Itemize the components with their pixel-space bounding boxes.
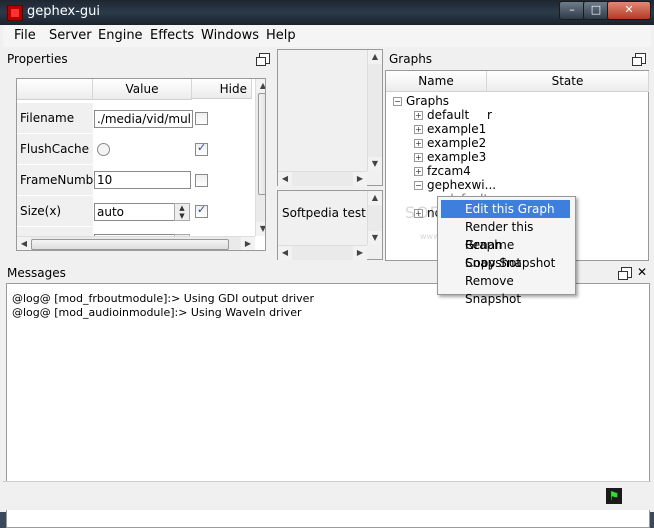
menu-server[interactable]: Server — [49, 28, 92, 43]
status-bar: ⚑ — [3, 481, 651, 510]
properties-table: Value Hide Filename ./media/vid/mullen.a… — [16, 78, 266, 251]
graph-item-default[interactable]: default — [427, 108, 469, 122]
menu-help[interactable]: Help — [266, 28, 296, 43]
menu-effects[interactable]: Effects — [150, 28, 194, 43]
menu-bar: File Server Engine Effects Windows Help — [3, 25, 651, 48]
collapse-icon[interactable]: − — [393, 97, 402, 106]
close-button[interactable]: ✕ — [607, 1, 651, 20]
middle-bottom-vscrollbar[interactable]: ▲ ▼ — [367, 191, 382, 245]
properties-hscrollbar[interactable]: ◀ ▶ — [17, 236, 255, 250]
prop-framenumber-hide-checkbox[interactable] — [195, 174, 208, 187]
ctx-copy-snapshot[interactable]: Copy Snapshot — [441, 254, 570, 272]
prop-label-flushcache: FlushCache — [17, 134, 93, 165]
scroll-up-icon[interactable]: ▲ — [368, 50, 382, 64]
app-window: gephex-gui – □ ✕ File Server Engine Effe… — [0, 0, 654, 528]
middle-bottom-hscrollbar[interactable]: ◀ ▶ — [278, 245, 367, 260]
prop-label-filename: Filename — [17, 103, 93, 134]
scroll-right-icon[interactable]: ▶ — [241, 237, 255, 250]
messages-title: Messages — [7, 266, 66, 280]
scroll-up-icon[interactable]: ▲ — [368, 191, 382, 205]
log-line: @log@ [mod_frboutmodule]:> Using GDI out… — [12, 292, 314, 305]
window-title: gephex-gui — [27, 4, 100, 19]
maximize-button[interactable]: □ — [583, 1, 609, 20]
prop-sizex-input[interactable]: auto — [94, 203, 176, 221]
collapse-icon[interactable]: − — [414, 181, 423, 190]
scroll-down-icon[interactable]: ▼ — [368, 231, 382, 245]
graph-item-fzcam4[interactable]: fzcam4 — [427, 164, 471, 178]
prop-label-sizex: Size(x) — [17, 196, 93, 227]
graphs-header-state[interactable]: State — [487, 71, 649, 92]
scroll-right-icon[interactable]: ▶ — [353, 172, 367, 186]
graph-item-example2[interactable]: example2 — [427, 136, 486, 150]
graphs-header-name[interactable]: Name — [386, 71, 487, 92]
scroll-left-icon[interactable]: ◀ — [278, 172, 292, 186]
minimize-button[interactable]: – — [559, 1, 585, 20]
graph-item-example3[interactable]: example3 — [427, 150, 486, 164]
prop-sizex-hide-checkbox[interactable] — [195, 203, 208, 218]
properties-vscrollbar[interactable]: ▲ ▼ — [255, 79, 265, 236]
gephex-app-icon — [7, 5, 23, 21]
ctx-render-graph[interactable]: Render this Graph — [441, 218, 570, 252]
middle-top-hscrollbar[interactable]: ◀ ▶ — [278, 171, 367, 186]
scroll-left-icon[interactable]: ◀ — [278, 246, 292, 260]
prop-label-framenumber: FrameNumber — [17, 165, 106, 196]
properties-titlebar[interactable]: Properties — [3, 50, 271, 68]
ctx-remove-snapshot[interactable]: Remove Snapshot — [441, 272, 570, 306]
middle-panel-label: Softpedia test — [282, 206, 366, 220]
graphs-title: Graphs — [389, 52, 433, 66]
expand-icon[interactable]: + — [414, 111, 423, 120]
properties-header-value[interactable]: Value — [93, 79, 192, 100]
menu-file[interactable]: File — [14, 28, 36, 43]
graphs-float-icon[interactable] — [632, 53, 646, 66]
menu-engine[interactable]: Engine — [98, 28, 143, 43]
graph-item-gephexwi[interactable]: gephexwi... — [427, 178, 496, 192]
messages-float-icon[interactable] — [618, 267, 632, 280]
prop-filename-input[interactable]: ./media/vid/mullen.a — [94, 110, 193, 128]
properties-header-hide[interactable]: Hide — [192, 79, 252, 99]
prop-framenumber-input[interactable]: 10 — [94, 171, 191, 189]
title-bar[interactable]: gephex-gui – □ ✕ — [0, 0, 654, 25]
expand-icon[interactable]: + — [414, 167, 423, 176]
graph-context-menu: Edit this Graph Render this Graph Rename… — [437, 196, 576, 306]
ctx-edit-graph[interactable]: Edit this Graph — [441, 200, 570, 218]
prop-filename-hide-checkbox[interactable] — [195, 112, 208, 125]
scroll-up-icon[interactable]: ▲ — [256, 79, 265, 93]
ctx-rename-snapshot[interactable]: Rename Snapshot — [441, 236, 570, 270]
properties-header-blank — [17, 79, 93, 100]
log-line: @log@ [mod_audioinmodule]:> Using WaveIn… — [12, 306, 302, 319]
scroll-left-icon[interactable]: ◀ — [17, 237, 31, 250]
middle-top-panel: ▲ ▼ ◀ ▶ — [277, 49, 383, 186]
graph-state-default: r — [487, 108, 492, 122]
expand-icon[interactable]: + — [414, 139, 423, 148]
properties-hscroll-thumb[interactable] — [31, 239, 229, 250]
scroll-down-icon[interactable]: ▼ — [368, 157, 382, 171]
properties-float-icon[interactable] — [256, 53, 270, 66]
graphs-root-node[interactable]: Graphs — [406, 94, 449, 108]
expand-icon[interactable]: + — [414, 125, 423, 134]
scroll-down-icon[interactable]: ▼ — [256, 222, 265, 236]
scroll-right-icon[interactable]: ▶ — [353, 246, 367, 260]
properties-vscroll-thumb[interactable] — [258, 93, 265, 195]
properties-title: Properties — [7, 52, 68, 66]
menu-windows[interactable]: Windows — [201, 28, 259, 43]
middle-top-vscrollbar[interactable]: ▲ ▼ — [367, 50, 382, 171]
messages-close-icon[interactable]: ✕ — [637, 265, 647, 279]
graphs-titlebar[interactable]: Graphs — [385, 50, 647, 68]
prop-flushcache-hide-checkbox[interactable] — [195, 141, 208, 156]
middle-bottom-panel: Softpedia test ▲ ▼ ◀ ▶ — [277, 190, 383, 260]
engine-running-icon[interactable]: ⚑ — [606, 488, 622, 504]
prop-flushcache-radio[interactable] — [97, 143, 110, 156]
expand-icon[interactable]: + — [414, 153, 423, 162]
prop-sizex-spinner[interactable]: ▲ ▼ — [174, 203, 190, 221]
graph-item-example1[interactable]: example1 — [427, 122, 486, 136]
